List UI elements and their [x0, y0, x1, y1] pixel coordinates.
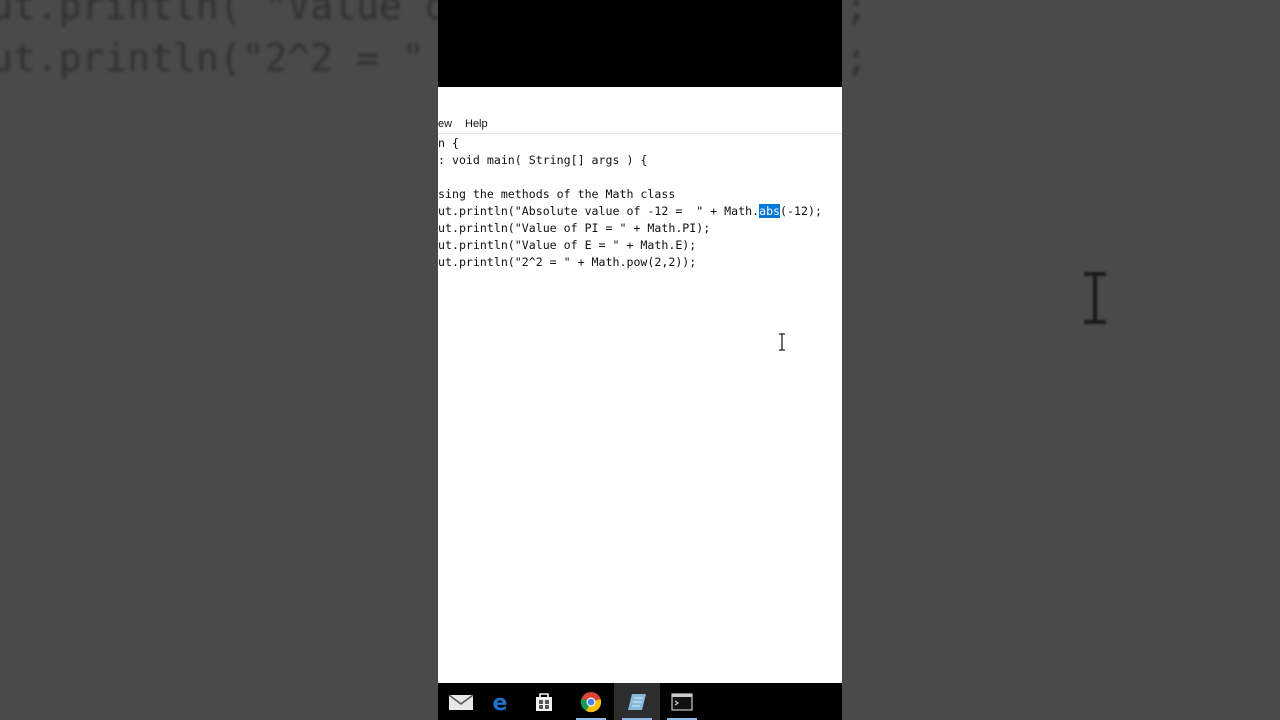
code-line: ut.println("2^2 = " + Math.pow(2,2));: [438, 255, 697, 269]
code-line: ut.println("Value of PI = " + Math.PI);: [438, 221, 711, 235]
background-code-line: ut.println( "Value of: [0, 0, 471, 28]
selected-text: abs: [759, 204, 781, 218]
code-line: : void main( String[] args ) {: [438, 153, 648, 167]
notepad-icon[interactable]: [614, 683, 660, 720]
video-frame: ew Help n { : void main( String[] args )…: [438, 0, 842, 720]
text-cursor-icon: [779, 333, 785, 351]
terminal-icon[interactable]: [659, 683, 705, 720]
code-editor[interactable]: n { : void main( String[] args ) { sing …: [438, 135, 842, 675]
store-icon[interactable]: [521, 683, 567, 720]
background-text-cursor-icon: [1084, 272, 1106, 324]
code-line: ut.println("Value of E = " + Math.E);: [438, 238, 697, 252]
background-code-line: ;: [845, 36, 868, 80]
background-code-right: ; ;: [845, 0, 868, 84]
background-code-line: ut.println("2^2 = ": [0, 36, 425, 80]
background-code-line: ;: [845, 0, 868, 28]
code-line-text: ut.println("Absolute value of -12 = " + …: [438, 204, 760, 218]
notepad-window: ew Help n { : void main( String[] args )…: [438, 87, 842, 683]
menu-bar: ew Help: [438, 87, 842, 134]
code-line-text: (-12);: [780, 204, 822, 218]
svg-text:e: e: [493, 691, 508, 713]
background-code: ut.println( "Value of ut.println("2^2 = …: [0, 0, 470, 84]
code-line-abs: ut.println("Absolute value of -12 = " + …: [438, 203, 822, 220]
chrome-icon[interactable]: [568, 683, 614, 720]
code-line: sing the methods of the Math class: [438, 187, 676, 201]
taskbar: e: [438, 683, 842, 720]
edge-icon[interactable]: e: [477, 683, 523, 720]
menu-view[interactable]: ew: [438, 118, 452, 130]
menu-help[interactable]: Help: [465, 118, 488, 130]
code-line: n {: [438, 136, 459, 150]
